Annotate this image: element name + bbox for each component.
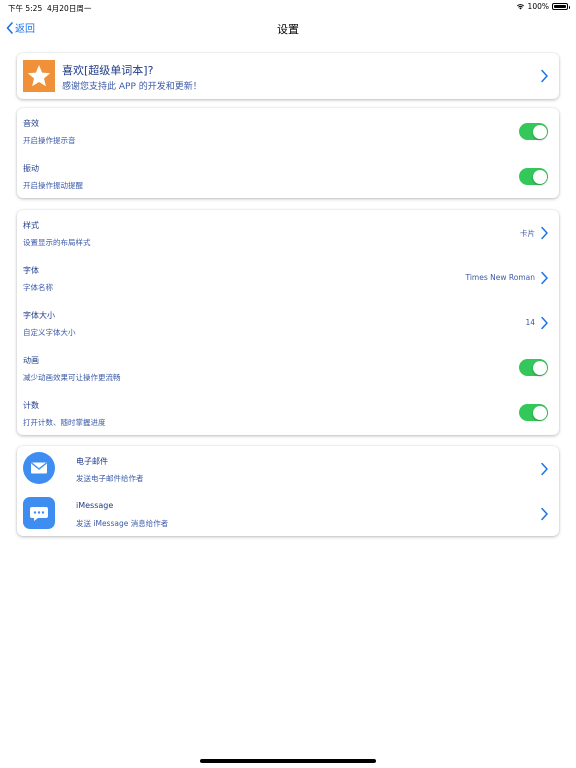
style-setting-row[interactable]: 样式 设置显示的布局样式 卡片 [17,210,559,255]
setting-title: 字体 [23,266,39,275]
home-indicator[interactable] [200,759,376,763]
chevron-right-icon [541,226,548,240]
chevron-right-icon [541,507,548,521]
promo-subtitle: 感谢您支持此 APP 的开发和更新！ [62,82,202,92]
promo-title: 喜欢[超级单词本]? [62,64,154,77]
setting-title: 字体大小 [23,311,55,320]
vibration-setting-row: 振动 开启操作振动提醒 [17,153,559,198]
setting-title: 动画 [23,356,39,365]
font-value: Times New Roman [465,273,535,282]
setting-title: 振动 [23,164,39,173]
vibration-toggle[interactable] [519,168,548,185]
animation-toggle[interactable] [519,359,548,376]
setting-title: 计数 [23,401,39,410]
style-value: 卡片 [520,229,535,238]
status-time-date: 下午 5:25 4月20日周一 [8,3,91,14]
chevron-right-icon [541,462,548,476]
setting-subtitle: 开启操作振动提醒 [23,181,83,190]
setting-subtitle: 设置显示的布局样式 [23,238,91,247]
page-title: 设置 [277,23,299,36]
contact-title: 电子邮件 [76,457,108,466]
contact-subtitle: 发送电子邮件给作者 [76,474,144,483]
promo-card[interactable]: 喜欢[超级单词本]? 感谢您支持此 APP 的开发和更新！ [17,53,559,99]
battery-icon [552,3,570,10]
imessage-contact-row[interactable]: iMessage 发送 iMessage 消息给作者 [17,491,559,536]
font-size-setting-row[interactable]: 字体大小 自定义字体大小 14 [17,300,559,345]
status-date: 4月20日周一 [47,4,92,13]
setting-subtitle: 自定义字体大小 [23,328,76,337]
chevron-right-icon [541,316,548,330]
chevron-right-icon [541,69,548,83]
mail-icon [23,452,55,484]
status-indicators: 100% [516,2,570,11]
battery-percent: 100% [527,2,549,11]
counter-toggle[interactable] [519,404,548,421]
font-size-value: 14 [525,318,535,327]
display-settings-card: 样式 设置显示的布局样式 卡片 字体 字体名称 Times New Roman … [17,210,559,435]
star-icon [23,60,55,92]
status-bar: 下午 5:25 4月20日周一 100% [0,0,576,14]
counter-setting-row: 计数 打开计数、随时掌握进度 [17,390,559,435]
setting-title: 样式 [23,221,39,230]
setting-subtitle: 开启操作提示音 [23,136,76,145]
contact-title: iMessage [76,501,114,510]
email-contact-row[interactable]: 电子邮件 发送电子邮件给作者 [17,446,559,491]
font-setting-row[interactable]: 字体 字体名称 Times New Roman [17,255,559,300]
setting-subtitle: 打开计数、随时掌握进度 [23,418,106,427]
setting-title: 音效 [23,119,39,128]
contact-subtitle: 发送 iMessage 消息给作者 [76,519,169,528]
status-time: 下午 5:25 [8,4,43,13]
wifi-icon [516,4,524,10]
setting-subtitle: 减少动画效果可让操作更流畅 [23,373,121,382]
setting-subtitle: 字体名称 [23,283,53,292]
feedback-settings-card: 音效 开启操作提示音 振动 开启操作振动提醒 [17,108,559,198]
sound-setting-row: 音效 开启操作提示音 [17,108,559,153]
nav-bar: 返回 设置 [0,14,576,42]
sound-toggle[interactable] [519,123,548,140]
message-icon [23,497,55,529]
contact-card: 电子邮件 发送电子邮件给作者 iMessage 发送 iMessage 消息给作… [17,446,559,536]
chevron-right-icon [541,271,548,285]
animation-setting-row: 动画 减少动画效果可让操作更流畅 [17,345,559,390]
